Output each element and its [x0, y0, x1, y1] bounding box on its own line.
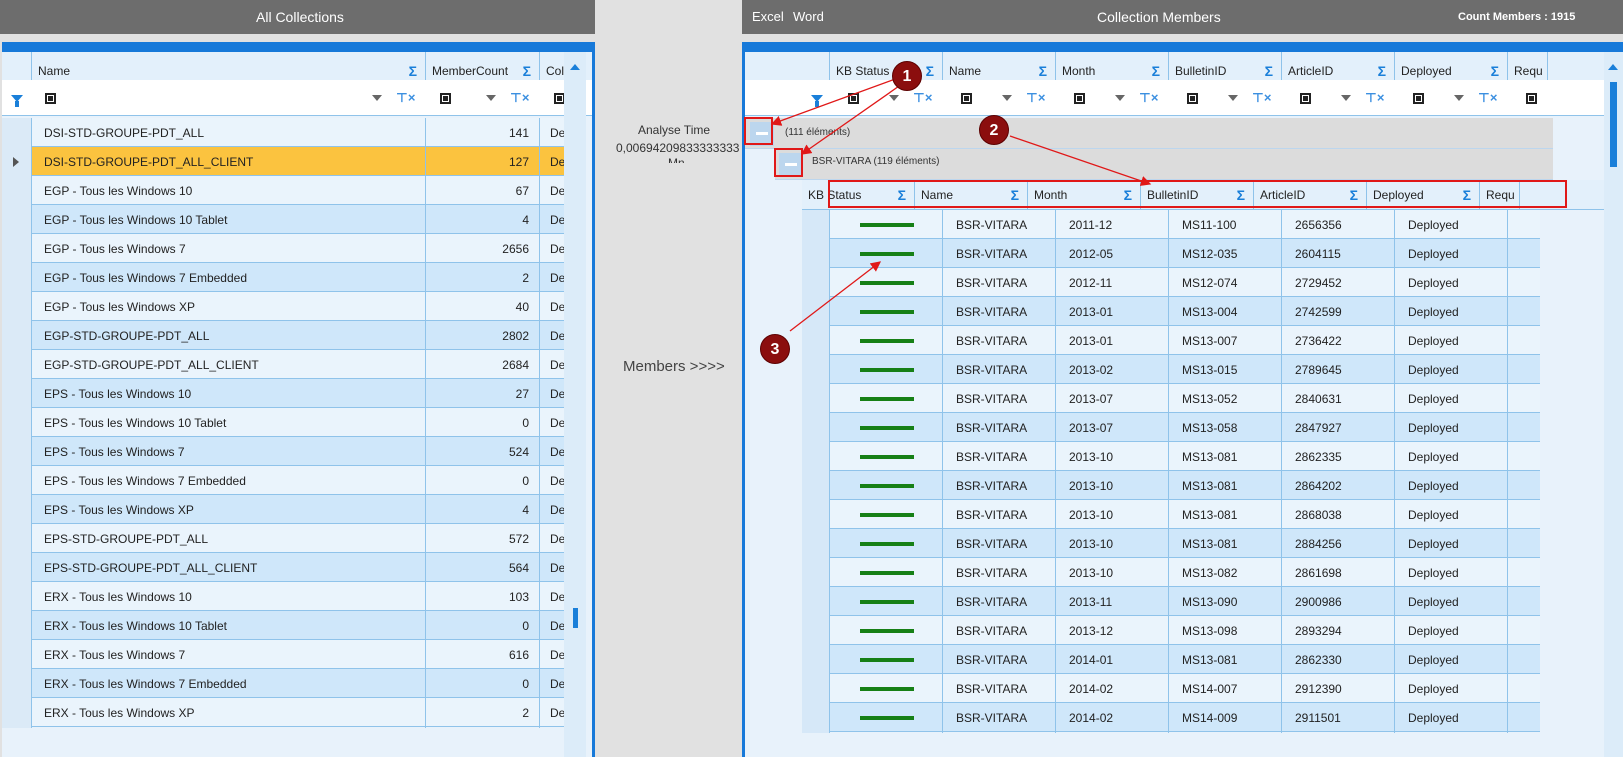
annotation-arrows — [770, 77, 1152, 332]
annotation-badge-1: 1 — [892, 61, 922, 91]
annotation-badge-3: 3 — [760, 334, 790, 364]
annotation-badge-2: 2 — [979, 115, 1009, 145]
